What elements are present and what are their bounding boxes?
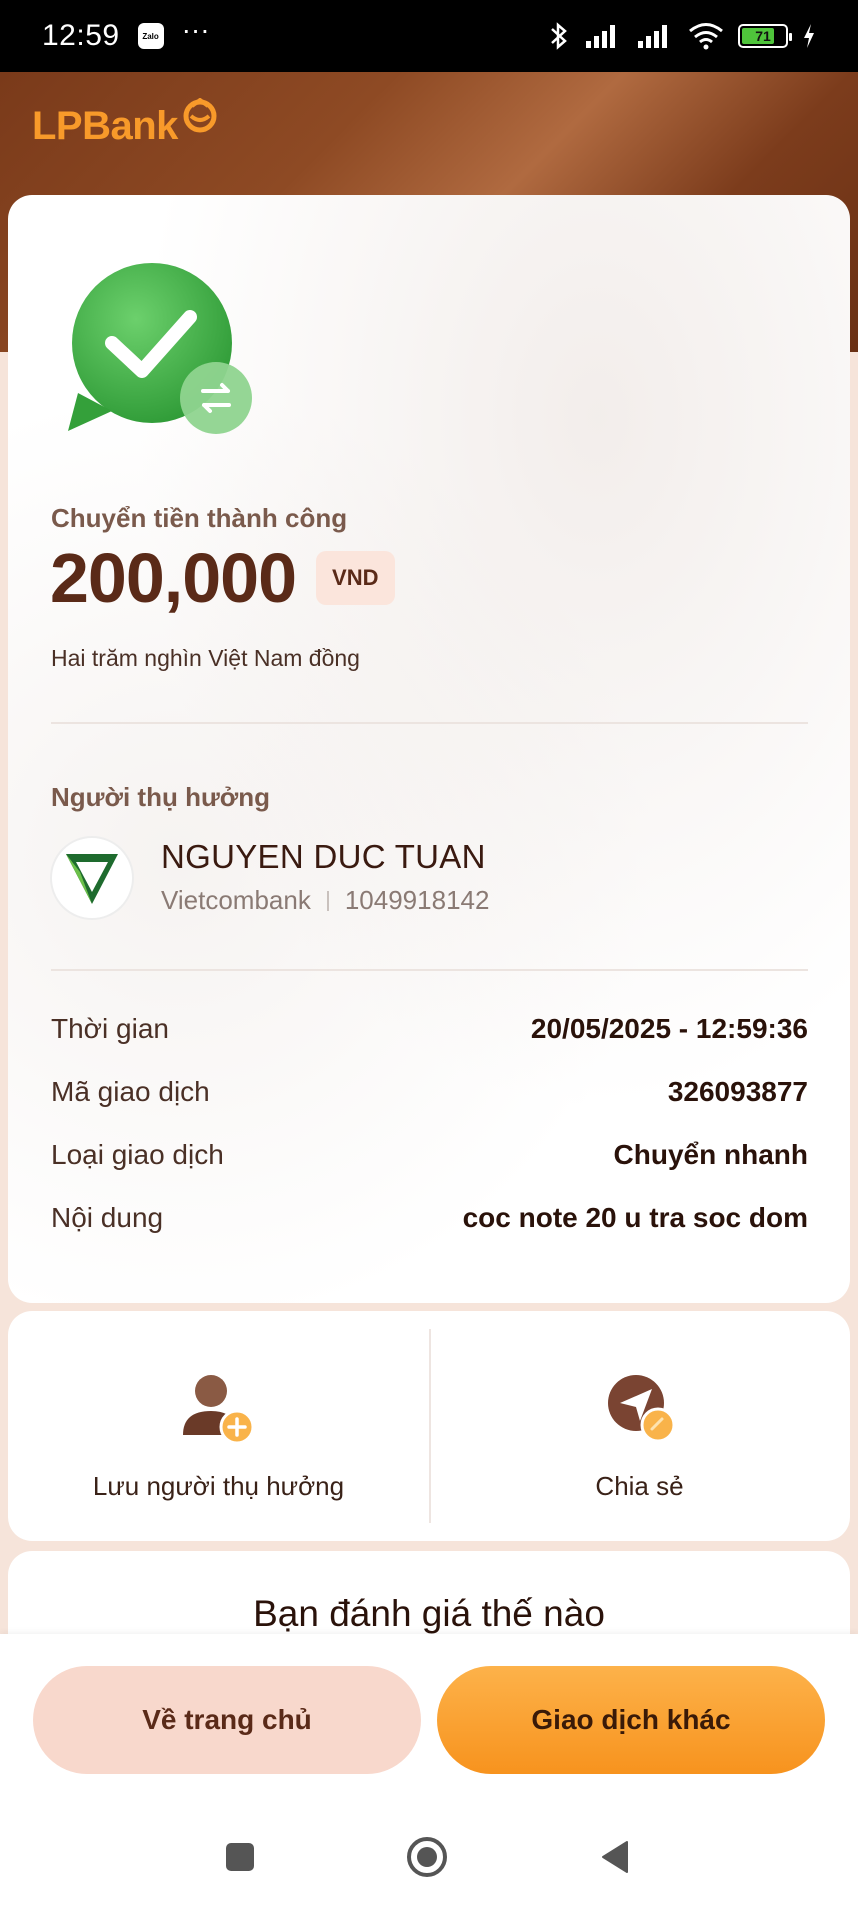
vietcombank-logo-icon: [50, 836, 134, 920]
actions-card: Lưu người thụ hưởng Chia sẻ: [8, 1311, 850, 1541]
wifi-icon: [689, 23, 723, 50]
success-check-icon: [68, 263, 252, 434]
recent-apps-button[interactable]: [205, 1822, 275, 1892]
share-send-icon: [607, 1374, 675, 1442]
vietcombank-logo-mark: [66, 854, 118, 904]
logo-mark-icon: [183, 97, 217, 132]
divider: [51, 722, 808, 724]
status-left: 12:59 Zalo ···: [42, 14, 210, 53]
battery-level: 71: [755, 28, 771, 44]
detail-value: coc note 20 u tra soc dom: [462, 1202, 808, 1233]
share-label: Chia sẻ: [595, 1470, 684, 1501]
divider: [51, 969, 808, 971]
detail-row-transaction-id: Mã giao dịch 326093877: [51, 1076, 808, 1108]
separator: [326, 890, 329, 911]
beneficiary-bank: Vietcombank: [161, 885, 311, 915]
detail-label: Loại giao dịch: [51, 1139, 224, 1170]
status-right: 71: [548, 22, 816, 50]
detail-label: Nội dung: [51, 1202, 164, 1233]
detail-value: 20/05/2025 - 12:59:36: [530, 1013, 808, 1044]
save-beneficiary-label: Lưu người thụ hưởng: [92, 1470, 345, 1501]
more-notifications-icon: ···: [181, 14, 210, 45]
amount-in-words: Hai trăm nghìn Việt Nam đồng: [51, 645, 360, 671]
charging-icon: [804, 24, 814, 48]
rating-title: Bạn đánh giá thế nào: [253, 1593, 605, 1634]
status-bar: 12:59 Zalo ··· 71: [0, 0, 858, 72]
beneficiary-label: Người thụ hưởng: [51, 782, 271, 812]
home-nav-button[interactable]: [392, 1822, 462, 1892]
detail-row-transaction-type: Loại giao dịch Chuyển nhanh: [51, 1139, 808, 1171]
amount-value: 200,000: [50, 539, 297, 617]
signal-icon-1: [586, 25, 615, 48]
beneficiary-account: 1049918142: [344, 885, 490, 915]
currency-badge: VND: [316, 551, 395, 605]
other-transaction-button[interactable]: Giao dịch khác: [437, 1666, 825, 1774]
success-title: Chuyển tiền thành công: [51, 503, 348, 533]
detail-label: Mã giao dịch: [51, 1076, 210, 1107]
detail-label: Thời gian: [51, 1013, 169, 1044]
lpbank-logo: LPBank: [32, 97, 220, 149]
system-nav-bar: [0, 1804, 858, 1908]
status-time: 12:59: [42, 19, 120, 52]
beneficiary-name: NGUYEN DUC TUAN: [161, 838, 486, 875]
battery-icon: 71: [738, 24, 792, 48]
square-icon: [226, 1843, 254, 1871]
amount-row: 200,000 VND: [50, 538, 395, 618]
circle-home-icon: [407, 1837, 447, 1877]
bottom-action-bar: Về trang chủ Giao dịch khác: [0, 1634, 858, 1804]
detail-value: 326093877: [667, 1076, 808, 1107]
detail-row-time: Thời gian 20/05/2025 - 12:59:36: [51, 1013, 808, 1045]
share-button[interactable]: Chia sẻ: [429, 1311, 850, 1541]
signal-icon-2: [638, 25, 667, 48]
receipt-card: Chuyển tiền thành công 200,000 VND Hai t…: [8, 195, 850, 1303]
beneficiary-bank-info: Vietcombank 1049918142: [161, 885, 489, 916]
back-nav-button[interactable]: [580, 1822, 650, 1892]
save-beneficiary-button[interactable]: Lưu người thụ hưởng: [8, 1311, 429, 1541]
bluetooth-icon: [551, 22, 567, 50]
logo-text: LPBank: [32, 104, 178, 148]
zalo-notification-icon: Zalo: [137, 23, 164, 49]
detail-value: Chuyển nhanh: [613, 1139, 808, 1170]
add-person-icon: [182, 1374, 254, 1444]
detail-row-content: Nội dung coc note 20 u tra soc dom: [51, 1202, 808, 1234]
home-button[interactable]: Về trang chủ: [33, 1666, 421, 1774]
back-triangle-icon: [602, 1841, 628, 1873]
